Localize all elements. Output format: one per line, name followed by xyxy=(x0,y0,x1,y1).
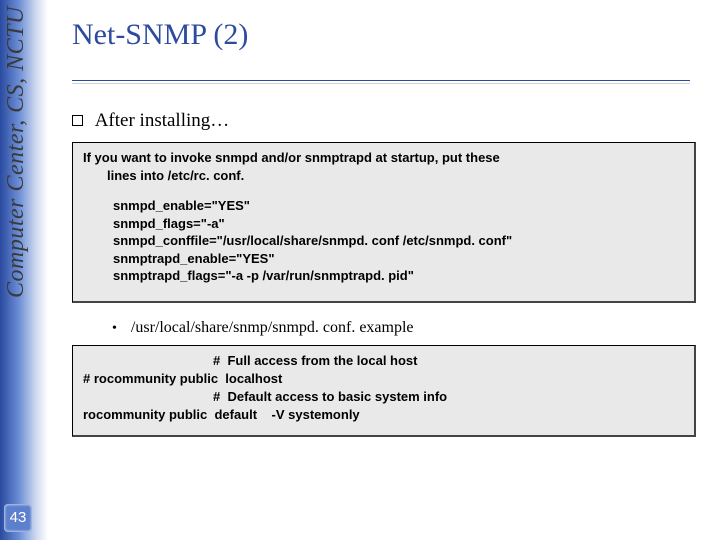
code-line: snmpd_conffile="/usr/local/share/snmpd. … xyxy=(113,232,674,250)
sub-bullet-text: /usr/local/share/snmp/snmpd. conf. examp… xyxy=(131,319,414,336)
dot-bullet-icon: • xyxy=(112,321,117,336)
bullet-after-installing: After installing… xyxy=(72,110,696,132)
title-underline xyxy=(72,80,690,81)
page-number: 43 xyxy=(4,504,32,532)
code-line: snmpd_flags="-a" xyxy=(113,215,674,233)
snmpd-conf-example-box: # Full access from the local host # roco… xyxy=(72,345,696,437)
startup-note-box: If you want to invoke snmpd and/or snmpt… xyxy=(72,142,696,303)
bullet-text: After installing… xyxy=(95,110,230,131)
code-line: snmpd_enable="YES" xyxy=(113,197,674,215)
page-title: Net-SNMP (2) xyxy=(72,18,248,52)
square-bullet-icon xyxy=(72,115,83,126)
rc-conf-code: snmpd_enable="YES" snmpd_flags="-a" snmp… xyxy=(83,192,684,293)
slide: Computer Center, CS, NCTU 43 Net-SNMP (2… xyxy=(0,0,720,540)
code-line: snmptrapd_flags="-a -p /var/run/snmptrap… xyxy=(113,267,674,285)
note-line-2: lines into /etc/rc. conf. xyxy=(83,167,684,185)
content-area: After installing… If you want to invoke … xyxy=(72,110,696,437)
sidebar-org-label: Computer Center, CS, NCTU xyxy=(3,6,29,326)
note-line-1: If you want to invoke snmpd and/or snmpt… xyxy=(83,149,684,167)
sub-bullet-example-path: • /usr/local/share/snmp/snmpd. conf. exa… xyxy=(112,319,696,337)
code-line: snmptrapd_enable="YES" xyxy=(113,250,674,268)
